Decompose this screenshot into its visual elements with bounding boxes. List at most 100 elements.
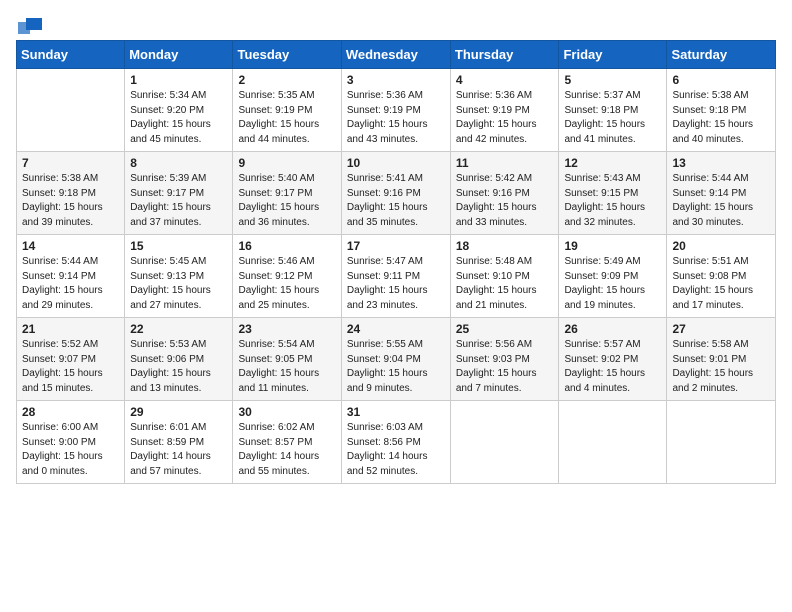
day-number: 5 <box>564 73 661 87</box>
logo <box>16 16 42 32</box>
day-info: Sunrise: 6:03 AM Sunset: 8:56 PM Dayligh… <box>347 421 445 479</box>
day-info: Sunrise: 5:51 AM Sunset: 9:08 PM Dayligh… <box>672 255 770 313</box>
day-number: 29 <box>130 405 227 419</box>
day-number: 31 <box>347 405 445 419</box>
day-number: 15 <box>130 239 227 253</box>
day-number: 4 <box>456 73 554 87</box>
calendar-day-cell: 19 Sunrise: 5:49 AM Sunset: 9:09 PM Dayli… <box>559 235 667 318</box>
day-number: 18 <box>456 239 554 253</box>
calendar-day-cell: 18 Sunrise: 5:48 AM Sunset: 9:10 PM Dayli… <box>450 235 559 318</box>
day-info: Sunrise: 5:37 AM Sunset: 9:18 PM Dayligh… <box>564 89 661 147</box>
calendar-day-cell: 22Sunrise: 5:53 AM Sunset: 9:06 PM Dayli… <box>125 318 233 401</box>
calendar-day-cell <box>667 401 776 484</box>
day-number: 8 <box>130 156 227 170</box>
calendar-day-cell: 30 Sunrise: 6:02 AM Sunset: 8:57 PM Dayli… <box>233 401 341 484</box>
day-number: 3 <box>347 73 445 87</box>
day-number: 24 <box>347 322 445 336</box>
calendar-day-cell: 13 Sunrise: 5:44 AM Sunset: 9:14 PM Dayli… <box>667 152 776 235</box>
day-info: Sunrise: 5:47 AM Sunset: 9:11 PM Dayligh… <box>347 255 445 313</box>
day-number: 7 <box>22 156 119 170</box>
calendar-day-cell: 31 Sunrise: 6:03 AM Sunset: 8:56 PM Dayli… <box>341 401 450 484</box>
day-number: 23 <box>238 322 335 336</box>
day-info: Sunrise: 5:57 AM Sunset: 9:02 PM Dayligh… <box>564 338 661 396</box>
day-of-week-header: Sunday <box>17 41 125 69</box>
calendar-day-cell: 20 Sunrise: 5:51 AM Sunset: 9:08 PM Dayli… <box>667 235 776 318</box>
day-number: 20 <box>672 239 770 253</box>
calendar-day-cell: 4Sunrise: 5:36 AM Sunset: 9:19 PM Daylig… <box>450 69 559 152</box>
day-info: Sunrise: 5:38 AM Sunset: 9:18 PM Dayligh… <box>22 172 119 230</box>
calendar-day-cell: 9 Sunrise: 5:40 AM Sunset: 9:17 PM Daylig… <box>233 152 341 235</box>
calendar-week-row: 21 Sunrise: 5:52 AM Sunset: 9:07 PM Dayli… <box>17 318 776 401</box>
day-of-week-header: Monday <box>125 41 233 69</box>
calendar-day-cell: 23 Sunrise: 5:54 AM Sunset: 9:05 PM Dayli… <box>233 318 341 401</box>
calendar-day-cell: 2 Sunrise: 5:35 AM Sunset: 9:19 PM Daylig… <box>233 69 341 152</box>
calendar-day-cell: 1 Sunrise: 5:34 AM Sunset: 9:20 PM Daylig… <box>125 69 233 152</box>
calendar-header-row: SundayMondayTuesdayWednesdayThursdayFrid… <box>17 41 776 69</box>
day-number: 16 <box>238 239 335 253</box>
day-info: Sunrise: 5:44 AM Sunset: 9:14 PM Dayligh… <box>672 172 770 230</box>
day-info: Sunrise: 5:42 AM Sunset: 9:16 PM Dayligh… <box>456 172 554 230</box>
day-info: Sunrise: 5:49 AM Sunset: 9:09 PM Dayligh… <box>564 255 661 313</box>
day-info: Sunrise: 5:43 AM Sunset: 9:15 PM Dayligh… <box>564 172 661 230</box>
calendar-day-cell: 15 Sunrise: 5:45 AM Sunset: 9:13 PM Dayli… <box>125 235 233 318</box>
calendar-day-cell: 6 Sunrise: 5:38 AM Sunset: 9:18 PM Daylig… <box>667 69 776 152</box>
day-number: 28 <box>22 405 119 419</box>
day-info: Sunrise: 5:41 AM Sunset: 9:16 PM Dayligh… <box>347 172 445 230</box>
day-number: 9 <box>238 156 335 170</box>
day-of-week-header: Friday <box>559 41 667 69</box>
calendar-day-cell: 21 Sunrise: 5:52 AM Sunset: 9:07 PM Dayli… <box>17 318 125 401</box>
day-info: Sunrise: 5:39 AM Sunset: 9:17 PM Dayligh… <box>130 172 227 230</box>
day-number: 12 <box>564 156 661 170</box>
calendar-day-cell: 26 Sunrise: 5:57 AM Sunset: 9:02 PM Dayli… <box>559 318 667 401</box>
day-info: Sunrise: 5:54 AM Sunset: 9:05 PM Dayligh… <box>238 338 335 396</box>
calendar-day-cell: 17Sunrise: 5:47 AM Sunset: 9:11 PM Dayli… <box>341 235 450 318</box>
calendar-week-row: 7 Sunrise: 5:38 AM Sunset: 9:18 PM Daylig… <box>17 152 776 235</box>
calendar-day-cell <box>559 401 667 484</box>
day-number: 19 <box>564 239 661 253</box>
day-info: Sunrise: 5:34 AM Sunset: 9:20 PM Dayligh… <box>130 89 227 147</box>
calendar-day-cell: 14Sunrise: 5:44 AM Sunset: 9:14 PM Dayli… <box>17 235 125 318</box>
day-info: Sunrise: 5:46 AM Sunset: 9:12 PM Dayligh… <box>238 255 335 313</box>
calendar-table: SundayMondayTuesdayWednesdayThursdayFrid… <box>16 40 776 484</box>
day-info: Sunrise: 5:38 AM Sunset: 9:18 PM Dayligh… <box>672 89 770 147</box>
calendar-day-cell: 16 Sunrise: 5:46 AM Sunset: 9:12 PM Dayli… <box>233 235 341 318</box>
calendar-day-cell: 3 Sunrise: 5:36 AM Sunset: 9:19 PM Daylig… <box>341 69 450 152</box>
day-number: 6 <box>672 73 770 87</box>
calendar-day-cell: 28 Sunrise: 6:00 AM Sunset: 9:00 PM Dayli… <box>17 401 125 484</box>
calendar-week-row: 1 Sunrise: 5:34 AM Sunset: 9:20 PM Daylig… <box>17 69 776 152</box>
day-number: 1 <box>130 73 227 87</box>
day-number: 25 <box>456 322 554 336</box>
day-info: Sunrise: 5:45 AM Sunset: 9:13 PM Dayligh… <box>130 255 227 313</box>
page-header <box>16 16 776 32</box>
calendar-day-cell: 8 Sunrise: 5:39 AM Sunset: 9:17 PM Daylig… <box>125 152 233 235</box>
day-info: Sunrise: 5:48 AM Sunset: 9:10 PM Dayligh… <box>456 255 554 313</box>
day-of-week-header: Thursday <box>450 41 559 69</box>
calendar-day-cell: 24 Sunrise: 5:55 AM Sunset: 9:04 PM Dayli… <box>341 318 450 401</box>
calendar-week-row: 28 Sunrise: 6:00 AM Sunset: 9:00 PM Dayli… <box>17 401 776 484</box>
day-info: Sunrise: 5:53 AM Sunset: 9:06 PM Dayligh… <box>130 338 227 396</box>
calendar-day-cell: 12 Sunrise: 5:43 AM Sunset: 9:15 PM Dayli… <box>559 152 667 235</box>
day-number: 14 <box>22 239 119 253</box>
day-number: 11 <box>456 156 554 170</box>
day-info: Sunrise: 5:35 AM Sunset: 9:19 PM Dayligh… <box>238 89 335 147</box>
day-number: 26 <box>564 322 661 336</box>
day-number: 30 <box>238 405 335 419</box>
day-info: Sunrise: 5:40 AM Sunset: 9:17 PM Dayligh… <box>238 172 335 230</box>
day-info: Sunrise: 5:52 AM Sunset: 9:07 PM Dayligh… <box>22 338 119 396</box>
day-number: 10 <box>347 156 445 170</box>
day-info: Sunrise: 5:36 AM Sunset: 9:19 PM Dayligh… <box>347 89 445 147</box>
logo-icon <box>18 16 42 36</box>
calendar-day-cell: 11 Sunrise: 5:42 AM Sunset: 9:16 PM Dayli… <box>450 152 559 235</box>
day-info: Sunrise: 5:58 AM Sunset: 9:01 PM Dayligh… <box>672 338 770 396</box>
day-info: Sunrise: 5:55 AM Sunset: 9:04 PM Dayligh… <box>347 338 445 396</box>
day-number: 2 <box>238 73 335 87</box>
day-info: Sunrise: 6:02 AM Sunset: 8:57 PM Dayligh… <box>238 421 335 479</box>
calendar-day-cell <box>450 401 559 484</box>
day-number: 13 <box>672 156 770 170</box>
calendar-week-row: 14Sunrise: 5:44 AM Sunset: 9:14 PM Dayli… <box>17 235 776 318</box>
day-number: 21 <box>22 322 119 336</box>
day-info: Sunrise: 6:01 AM Sunset: 8:59 PM Dayligh… <box>130 421 227 479</box>
day-of-week-header: Wednesday <box>341 41 450 69</box>
day-info: Sunrise: 6:00 AM Sunset: 9:00 PM Dayligh… <box>22 421 119 479</box>
day-of-week-header: Saturday <box>667 41 776 69</box>
